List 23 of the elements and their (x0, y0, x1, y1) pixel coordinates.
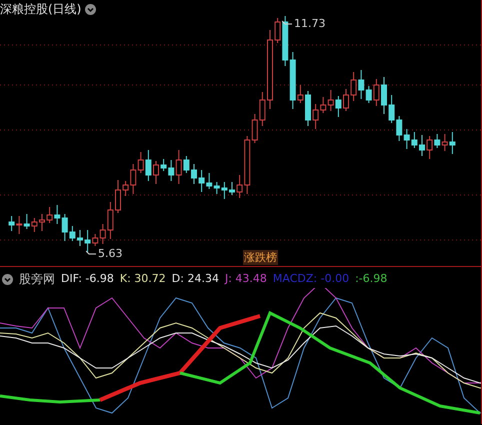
candlestick (381, 76, 387, 114)
indicator-value: D: 24.34 (172, 270, 219, 287)
dropdown-icon[interactable] (85, 4, 96, 14)
candlestick (191, 164, 197, 184)
indicator-name: 股旁网 (19, 271, 55, 288)
indicator-value: DIF: -6.98 (61, 270, 114, 287)
indicator-value: MACDZ: -0.00 (272, 270, 350, 287)
candlestick (229, 182, 235, 196)
candlestick (305, 90, 311, 126)
indicator-value: K: 30.72 (120, 270, 166, 287)
candlestick (39, 214, 45, 232)
dropdown-icon[interactable] (2, 274, 13, 284)
candlestick (115, 180, 121, 214)
indicator-value: J: 43.48 (224, 270, 267, 287)
chart-title: 深粮控股(日线) (0, 1, 82, 18)
price-label: 5.63 (86, 246, 122, 262)
candlestick (419, 134, 425, 156)
indicator-value: :-6.98 (355, 270, 388, 287)
candlestick (343, 88, 349, 112)
candlestick (153, 160, 159, 184)
candlestick (77, 230, 83, 246)
ranking-tag[interactable]: 涨跌榜 (243, 250, 278, 265)
price-label: 11.73 (282, 16, 326, 32)
